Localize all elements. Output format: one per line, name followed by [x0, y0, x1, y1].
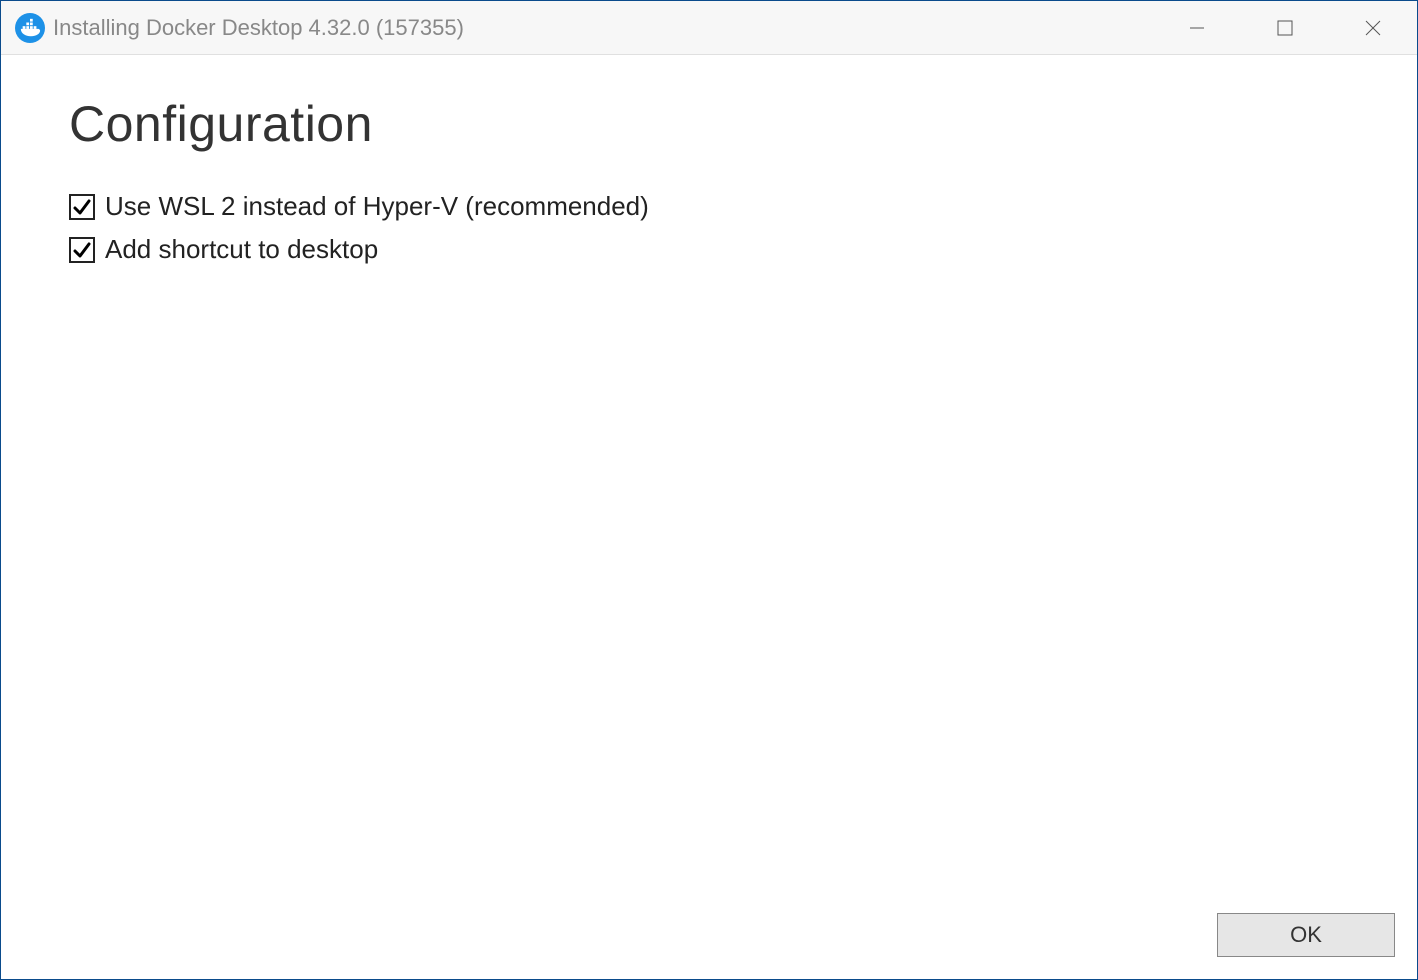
checkbox-shortcut[interactable] — [69, 237, 95, 263]
checkbox-wsl2[interactable] — [69, 194, 95, 220]
close-button[interactable] — [1329, 1, 1417, 54]
installer-window: Installing Docker Desktop 4.32.0 (157355… — [0, 0, 1418, 980]
window-title: Installing Docker Desktop 4.32.0 (157355… — [53, 15, 1153, 41]
ok-button[interactable]: OK — [1217, 913, 1395, 957]
content-area: Configuration Use WSL 2 instead of Hyper… — [1, 55, 1417, 979]
check-icon — [72, 197, 92, 217]
option-label-shortcut[interactable]: Add shortcut to desktop — [105, 234, 378, 265]
option-wsl2: Use WSL 2 instead of Hyper-V (recommende… — [69, 191, 1349, 222]
window-controls — [1153, 1, 1417, 54]
option-shortcut: Add shortcut to desktop — [69, 234, 1349, 265]
titlebar[interactable]: Installing Docker Desktop 4.32.0 (157355… — [1, 1, 1417, 55]
minimize-button[interactable] — [1153, 1, 1241, 54]
option-label-wsl2[interactable]: Use WSL 2 instead of Hyper-V (recommende… — [105, 191, 649, 222]
docker-icon — [15, 13, 45, 43]
maximize-button[interactable] — [1241, 1, 1329, 54]
footer: OK — [1217, 913, 1395, 957]
page-title: Configuration — [69, 95, 1349, 153]
check-icon — [72, 240, 92, 260]
